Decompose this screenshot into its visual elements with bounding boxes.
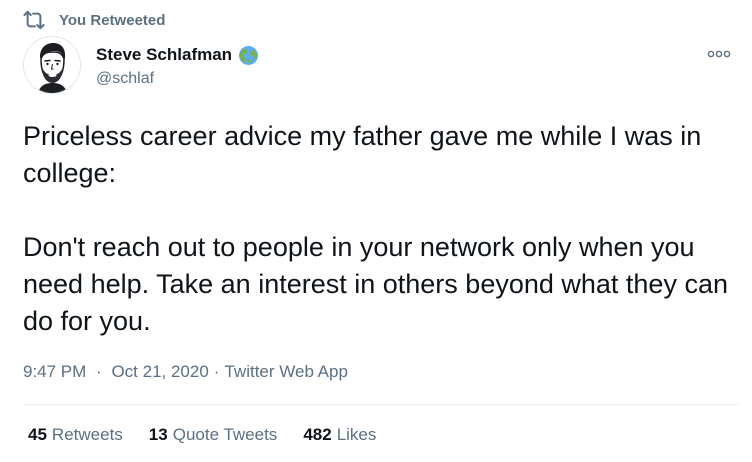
quote-tweets-label: Quote Tweets bbox=[172, 425, 278, 444]
more-dots-icon bbox=[707, 50, 731, 58]
retweet-banner-label: You Retweeted bbox=[59, 11, 166, 29]
tweet-date[interactable]: Oct 21, 2020 bbox=[111, 362, 208, 381]
likes-stat[interactable]: 482 Likes bbox=[303, 425, 376, 445]
tweet-paragraph: Priceless career advice my father gave m… bbox=[23, 121, 709, 188]
tweet-meta: 9:47 PM · Oct 21, 2020 · Twitter Web App bbox=[23, 360, 348, 384]
quote-tweets-stat[interactable]: 13 Quote Tweets bbox=[149, 425, 278, 445]
tweet-text: Priceless career advice my father gave m… bbox=[23, 118, 738, 340]
tweet-time[interactable]: 9:47 PM bbox=[23, 362, 86, 381]
quote-tweets-count: 13 bbox=[148, 425, 168, 444]
retweets-label: Retweets bbox=[51, 425, 123, 444]
author-name-row[interactable]: Steve Schlafman bbox=[96, 43, 259, 67]
tweet-source-link[interactable]: Twitter Web App bbox=[224, 362, 347, 382]
meta-separator: · bbox=[213, 362, 220, 381]
likes-count: 482 bbox=[303, 425, 332, 444]
tweet-paragraph: Don't reach out to people in your networ… bbox=[23, 232, 736, 336]
globe-emoji-icon bbox=[238, 45, 259, 66]
likes-label: Likes bbox=[336, 425, 377, 444]
avatar-illustration bbox=[24, 37, 80, 93]
more-options-button[interactable] bbox=[706, 45, 732, 63]
retweets-stat[interactable]: 45 Retweets bbox=[28, 425, 123, 445]
divider bbox=[23, 404, 738, 405]
tweet-stats: 45 Retweets 13 Quote Tweets 482 Likes bbox=[28, 424, 402, 446]
author-display-name[interactable]: Steve Schlafman bbox=[96, 45, 232, 65]
avatar[interactable] bbox=[23, 36, 81, 94]
meta-separator: · bbox=[96, 362, 102, 381]
retweets-count: 45 bbox=[28, 425, 47, 444]
tweet-time-link[interactable]: 9:47 PM · Oct 21, 2020 bbox=[23, 362, 209, 382]
retweet-icon bbox=[23, 10, 45, 30]
retweet-banner: You Retweeted bbox=[23, 9, 165, 31]
tweet-card: You Retweeted Steve Schlafman @schlaf Pr… bbox=[0, 0, 752, 462]
author-handle[interactable]: @schlaf bbox=[96, 70, 154, 88]
